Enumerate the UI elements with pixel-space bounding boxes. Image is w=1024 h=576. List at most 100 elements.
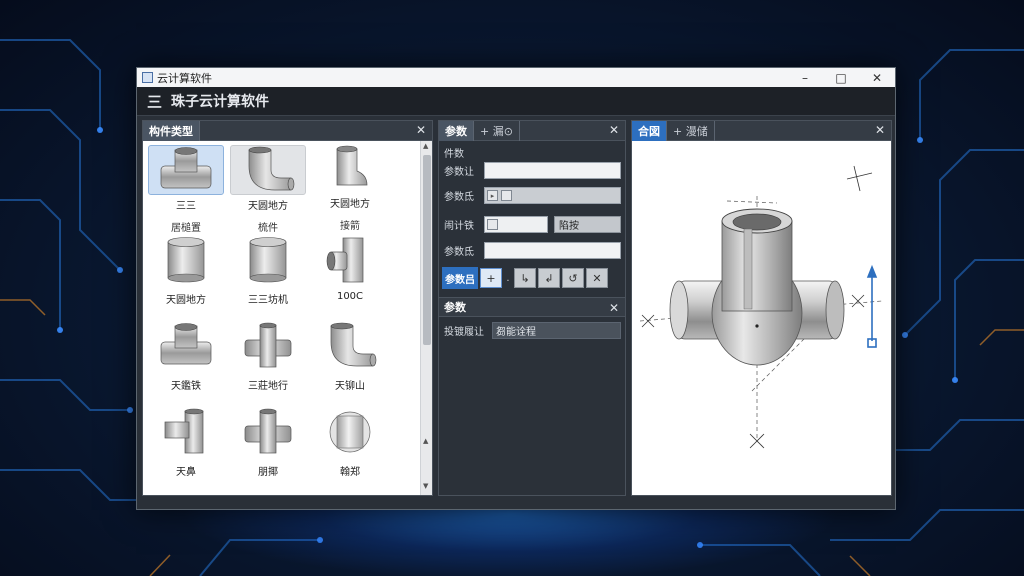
component-item[interactable]: 天鑑铁 (147, 317, 225, 403)
tab-model[interactable]: 合図 (632, 120, 666, 141)
section-label: 件数 (444, 149, 464, 160)
tee-fitting-icon[interactable] (148, 145, 224, 195)
component-item[interactable]: 三三 居槌置 (147, 145, 225, 234)
close-icon[interactable]: ✕ (416, 123, 426, 137)
toolbar-label: 参数吕 (442, 267, 478, 289)
component-name: 三莊地行 (248, 381, 288, 392)
elbow-fitting-icon[interactable] (230, 145, 306, 195)
delete-tool-button[interactable]: ✕ (586, 268, 608, 288)
app-window: 云计算软件 – □ ✕ 三 珠子云计算软件 构件类型 ✕ 三三 居槌置 天圆地方 梳件… (136, 67, 896, 510)
component-item[interactable]: 朋揶 (229, 403, 307, 489)
component-item[interactable]: 天圆地方 (147, 231, 225, 317)
component-name: 朋揶 (258, 467, 278, 478)
toolbar-dot: . (506, 272, 510, 284)
close-icon[interactable]: ✕ (609, 301, 619, 315)
param-label: 参数让 (444, 167, 474, 178)
cylinder-fitting-icon[interactable] (230, 231, 306, 289)
param-label: 参数氐 (444, 192, 474, 203)
component-item[interactable]: 天鼻 (147, 403, 225, 489)
param-row-2: 参数氐 ▸ (444, 187, 621, 204)
tab-separator (518, 120, 520, 141)
elbow-fitting-icon[interactable] (312, 317, 388, 375)
sub-param-value[interactable]: 芻能诠程 (492, 322, 621, 339)
sub-parameters-title: 参数 (444, 301, 466, 314)
param-row-4: 参数氐 (444, 242, 621, 259)
param-input-1[interactable] (484, 162, 621, 179)
scroll-up-icon[interactable]: ▲ (423, 437, 428, 445)
component-name: 翰郑 (340, 467, 360, 478)
component-name: 天圆地方 (166, 295, 206, 306)
component-name: 三三 (176, 201, 196, 212)
cross-fitting-model (639, 165, 883, 449)
param-input-3[interactable] (484, 216, 548, 233)
close-icon[interactable]: ✕ (875, 123, 885, 137)
tee-side-fitting-icon[interactable] (312, 231, 388, 289)
param-row-3: 闹计铁 陷按 (444, 216, 621, 233)
app-title: 珠子云计算软件 (171, 94, 270, 110)
component-name: 天鑑铁 (171, 381, 201, 392)
component-subtitle: 接箭 (340, 221, 360, 232)
component-grid-area: 三三 居槌置 天圆地方 梳件 天圆地方 接箭 天圆地方 三三坊机 100C 天鑑铁 三莊地行 天铆山天… (143, 141, 422, 495)
app-header: 三 珠子云计算软件 (137, 87, 895, 116)
close-icon[interactable]: ✕ (609, 123, 619, 137)
cross-fitting-icon[interactable] (230, 403, 306, 461)
maximize-button[interactable]: □ (823, 68, 859, 87)
flange-fitting-icon[interactable] (312, 403, 388, 461)
component-item[interactable]: 翰郑 (311, 403, 389, 489)
cylinder-fitting-icon[interactable] (148, 231, 224, 289)
component-type-panel: 构件类型 ✕ 三三 居槌置 天圆地方 梳件 天圆地方 接箭 天圆地方 三三坊机 100C 天鑑铁三… (142, 120, 433, 496)
spin-icon[interactable]: ▸ (487, 190, 498, 201)
rotate-tool-button[interactable]: ↺ (562, 268, 584, 288)
scroll-up-icon[interactable]: ▲ (423, 142, 428, 150)
param-label: 闹计铁 (444, 221, 474, 232)
component-item[interactable]: 天圆地方 梳件 (229, 145, 307, 234)
bend-left-tool-button[interactable]: ↲ (538, 268, 560, 288)
component-scrollbar[interactable]: ▲ ▲ ▼ (420, 141, 432, 495)
menu-icon[interactable]: 三 (147, 91, 162, 112)
param-button[interactable]: 陷按 (554, 216, 621, 233)
scroll-thumb[interactable] (423, 155, 431, 345)
3d-viewport[interactable] (632, 141, 891, 495)
checkbox[interactable] (487, 219, 498, 230)
tab-component-type[interactable]: 构件类型 (143, 120, 199, 141)
parameters-panel-header: 参数 + 漏⊙ ✕ (439, 120, 625, 141)
tee-fitting-icon[interactable] (148, 317, 224, 375)
tab-parameters[interactable]: 参数 (439, 120, 473, 141)
reducer-fitting-icon[interactable] (312, 145, 388, 193)
window-titlebar[interactable]: 云计算软件 – □ ✕ (137, 68, 895, 87)
model-view-panel: 合図 + 漫储 ✕ (631, 120, 892, 496)
checkbox[interactable] (501, 190, 512, 201)
component-item[interactable]: 天铆山 (311, 317, 389, 403)
cross-fitting-icon[interactable] (230, 317, 306, 375)
param-label: 投镀履让 (444, 327, 484, 338)
minimize-button[interactable]: – (787, 68, 823, 87)
app-window-icon (142, 72, 153, 83)
move-tool-button[interactable]: + (480, 268, 502, 288)
model-view-panel-header: 合図 + 漫储 ✕ (632, 120, 891, 141)
close-window-button[interactable]: ✕ (859, 68, 895, 87)
tab-separator (713, 120, 715, 141)
component-item[interactable]: 三三坊机 (229, 231, 307, 317)
parameters-panel: 参数 + 漏⊙ ✕ 件数 参数让 参数氐 ▸ 闹计铁 陷按 参数氐 参数吕 + … (438, 120, 626, 496)
component-item[interactable]: 100C (311, 231, 389, 317)
component-name: 天铆山 (335, 381, 365, 392)
tab-separator (199, 120, 200, 141)
sub-parameters-header: 参数 ✕ (439, 297, 625, 317)
sub-param-row: 投镀履让 芻能诠程 (444, 322, 621, 339)
tab-secondary[interactable]: + 漏⊙ (474, 121, 519, 141)
bend-right-tool-button[interactable]: ↳ (514, 268, 536, 288)
param-input-2[interactable]: ▸ (484, 187, 621, 204)
tab-secondary[interactable]: + 漫储 (667, 121, 714, 141)
component-name: 三三坊机 (248, 295, 288, 306)
scroll-down-icon[interactable]: ▼ (423, 482, 428, 490)
param-input-4[interactable] (484, 242, 621, 259)
component-name: 天鼻 (176, 467, 196, 478)
component-grid: 三三 居槌置 天圆地方 梳件 天圆地方 接箭 天圆地方 三三坊机 100C 天鑑铁 三莊地行 天铆山天… (143, 141, 422, 489)
param-label: 参数氐 (444, 247, 474, 258)
component-item[interactable]: 天圆地方 接箭 (311, 145, 389, 232)
component-item[interactable]: 三莊地行 (229, 317, 307, 403)
component-name: 天圆地方 (248, 201, 288, 212)
l-pipe-fitting-icon[interactable] (148, 403, 224, 461)
param-row-1: 参数让 (444, 162, 621, 179)
component-name: 100C (336, 291, 364, 302)
